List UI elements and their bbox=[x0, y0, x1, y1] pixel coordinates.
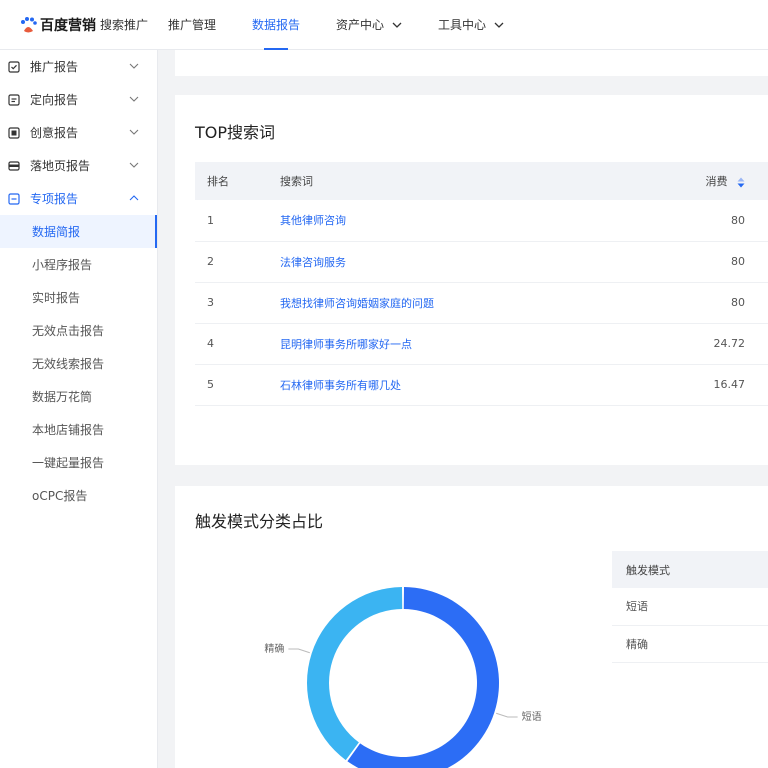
creative-icon bbox=[8, 126, 20, 139]
donut-slice-label: 精确 bbox=[264, 642, 284, 655]
trigger-mode-cell: 短语 bbox=[612, 588, 768, 626]
cost-cell: 80 bbox=[680, 241, 768, 283]
chevron-down-icon bbox=[392, 22, 402, 28]
rank-cell: 5 bbox=[195, 364, 280, 406]
summary-card-partial bbox=[175, 50, 768, 76]
search-term-link[interactable]: 其他律师咨询 bbox=[280, 214, 346, 227]
cost-cell: 24.72 bbox=[680, 323, 768, 365]
sidebar-item-mini-program-report[interactable]: 小程序报告 bbox=[0, 248, 157, 281]
nav-item-tool-center[interactable]: 工具中心 bbox=[438, 0, 504, 50]
nav-item-asset-center[interactable]: 资产中心 bbox=[336, 0, 402, 50]
nav-label: 资产中心 bbox=[336, 18, 385, 32]
special-report-icon bbox=[8, 192, 20, 205]
sidebar-item-label: 无效线索报告 bbox=[32, 357, 105, 371]
donut-slice-label: 短语 bbox=[522, 710, 542, 723]
sidebar-group-label: 创意报告 bbox=[30, 126, 79, 140]
table-row: 4 昆明律师事务所哪家好一点 24.72 bbox=[195, 323, 768, 365]
sidebar-item-local-store-report[interactable]: 本地店铺报告 bbox=[0, 413, 157, 446]
table-row: 2 法律咨询服务 80 bbox=[195, 241, 768, 283]
sidebar-group-special-report[interactable]: 专项报告 bbox=[0, 182, 157, 215]
trigger-mode-table: 触发模式 短语 精确 bbox=[612, 551, 768, 663]
report-icon bbox=[8, 60, 20, 73]
column-header-cost-label: 消费 bbox=[705, 175, 728, 188]
search-term-link[interactable]: 石林律师事务所有哪几处 bbox=[280, 379, 401, 392]
rank-cell: 1 bbox=[195, 200, 280, 242]
nav-item-promotion-management[interactable]: 推广管理 bbox=[168, 0, 216, 50]
brand-name: 百度营销 bbox=[40, 17, 96, 34]
nav-label: 工具中心 bbox=[438, 18, 487, 32]
donut-leader-line bbox=[288, 648, 310, 654]
baidu-paw-logo-icon bbox=[21, 16, 37, 32]
trigger-mode-card: 触发模式分类占比 短语 精确 触发模式 短语 精确 bbox=[175, 486, 768, 768]
chevron-down-icon bbox=[129, 63, 139, 69]
top-search-terms-table: 排名 搜索词 消费 1 其他律师咨询 80 2 法律咨询服务 80 3 我想找律… bbox=[195, 162, 768, 406]
sidebar-item-label: 数据简报 bbox=[32, 225, 81, 239]
nav-label: 数据报告 bbox=[252, 18, 301, 32]
sort-icon[interactable] bbox=[737, 177, 745, 188]
donut-slice[interactable] bbox=[307, 587, 403, 761]
rank-cell: 4 bbox=[195, 323, 280, 365]
cost-cell: 80 bbox=[680, 282, 768, 324]
table-row: 3 我想找律师咨询婚姻家庭的问题 80 bbox=[195, 282, 768, 324]
chevron-down-icon bbox=[494, 22, 504, 28]
nav-label: 推广管理 bbox=[168, 18, 217, 32]
rank-cell: 3 bbox=[195, 282, 280, 324]
sidebar: 推广报告 定向报告 创意报告 落地页报告 专项报告 数据简报 小程序报告 实时报… bbox=[0, 50, 158, 768]
chevron-up-icon bbox=[129, 195, 139, 201]
sidebar-group-label: 推广报告 bbox=[30, 60, 79, 74]
sidebar-group-label: 专项报告 bbox=[30, 192, 79, 206]
chevron-down-icon bbox=[129, 129, 139, 135]
column-header-trigger-mode: 触发模式 bbox=[612, 551, 768, 588]
sidebar-item-label: 实时报告 bbox=[32, 291, 81, 305]
sidebar-item-label: 无效点击报告 bbox=[32, 324, 105, 338]
sidebar-item-label: 一键起量报告 bbox=[32, 456, 105, 470]
top-search-terms-card: TOP搜索词 排名 搜索词 消费 1 其他律师咨询 80 2 法律咨询服务 80 bbox=[175, 95, 768, 465]
sidebar-item-ocpc-report[interactable]: oCPC报告 bbox=[0, 479, 157, 512]
table-header-row: 排名 搜索词 消费 bbox=[195, 162, 768, 200]
search-term-link[interactable]: 我想找律师咨询婚姻家庭的问题 bbox=[280, 297, 434, 310]
sidebar-item-label: 本地店铺报告 bbox=[32, 423, 105, 437]
trigger-mode-cell: 精确 bbox=[612, 625, 768, 663]
column-header-cost[interactable]: 消费 bbox=[680, 162, 768, 200]
sidebar-item-realtime-report[interactable]: 实时报告 bbox=[0, 281, 157, 314]
trigger-mode-donut-chart: 短语 精确 bbox=[264, 587, 542, 768]
sidebar-item-label: oCPC报告 bbox=[32, 489, 88, 503]
sidebar-item-invalid-click-report[interactable]: 无效点击报告 bbox=[0, 314, 157, 347]
table-header-row: 触发模式 bbox=[612, 551, 768, 588]
nav-item-data-report[interactable]: 数据报告 bbox=[252, 0, 300, 50]
sidebar-group-label: 落地页报告 bbox=[30, 159, 91, 173]
sidebar-group-targeting-report[interactable]: 定向报告 bbox=[0, 83, 157, 116]
cost-cell: 16.47 bbox=[680, 364, 768, 406]
target-icon bbox=[8, 93, 20, 106]
sidebar-group-promotion-report[interactable]: 推广报告 bbox=[0, 50, 157, 83]
card-title: TOP搜索词 bbox=[195, 123, 276, 142]
sidebar-item-label: 数据万花筒 bbox=[32, 390, 93, 404]
brand[interactable]: 百度营销 搜索推广 bbox=[0, 15, 168, 35]
table-row: 短语 bbox=[612, 588, 768, 626]
sidebar-item-invalid-lead-report[interactable]: 无效线索报告 bbox=[0, 347, 157, 380]
sidebar-item-data-brief[interactable]: 数据简报 bbox=[0, 215, 157, 248]
landing-page-icon bbox=[8, 160, 20, 171]
chevron-down-icon bbox=[129, 96, 139, 102]
donut-leader-line bbox=[496, 712, 518, 718]
chevron-down-icon bbox=[129, 162, 139, 168]
sidebar-group-creative-report[interactable]: 创意报告 bbox=[0, 116, 157, 149]
table-row: 精确 bbox=[612, 625, 768, 663]
search-term-link[interactable]: 昆明律师事务所哪家好一点 bbox=[280, 338, 412, 351]
table-row: 5 石林律师事务所有哪几处 16.47 bbox=[195, 364, 768, 406]
cost-cell: 80 bbox=[680, 200, 768, 242]
top-navigation-bar: 百度营销 搜索推广 推广管理 数据报告 资产中心 工具中心 bbox=[0, 0, 768, 50]
column-header-rank: 排名 bbox=[195, 162, 280, 200]
sidebar-item-one-click-boost-report[interactable]: 一键起量报告 bbox=[0, 446, 157, 479]
rank-cell: 2 bbox=[195, 241, 280, 283]
column-header-term: 搜索词 bbox=[280, 162, 680, 200]
sidebar-item-label: 小程序报告 bbox=[32, 258, 93, 272]
brand-product: 搜索推广 bbox=[100, 18, 149, 32]
search-term-link[interactable]: 法律咨询服务 bbox=[280, 256, 346, 269]
sidebar-group-label: 定向报告 bbox=[30, 93, 79, 107]
sidebar-group-landing-page-report[interactable]: 落地页报告 bbox=[0, 149, 157, 182]
sidebar-item-data-kaleidoscope[interactable]: 数据万花筒 bbox=[0, 380, 157, 413]
table-row: 1 其他律师咨询 80 bbox=[195, 200, 768, 242]
